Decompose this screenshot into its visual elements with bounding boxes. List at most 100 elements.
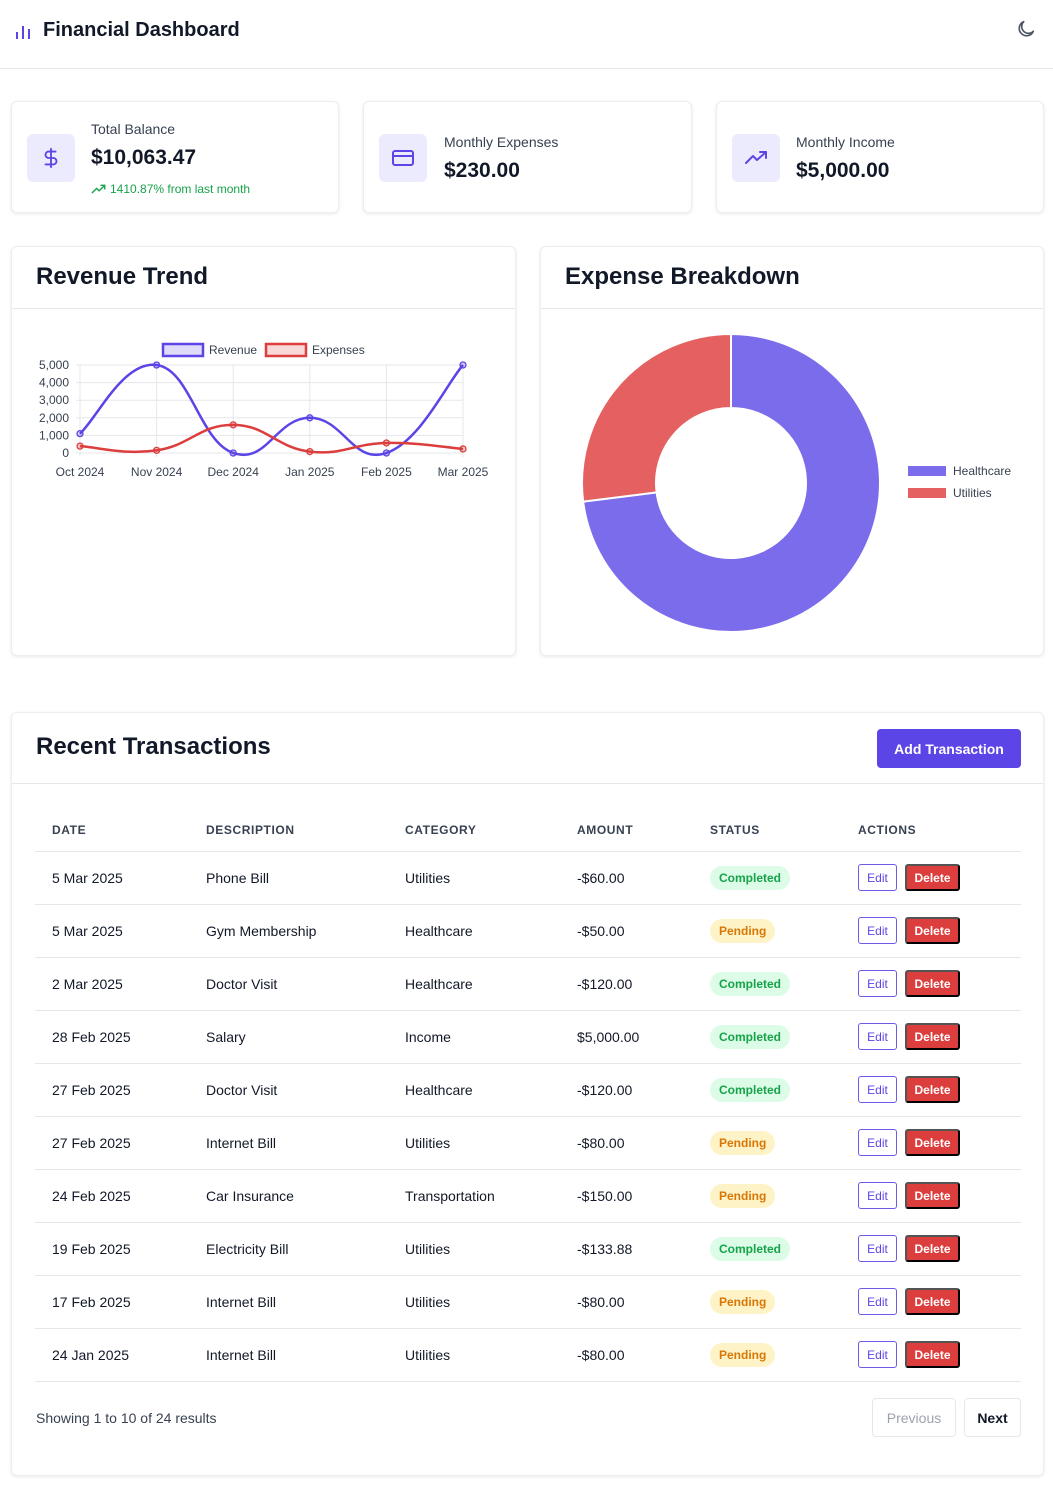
data-point-revenue (306, 414, 314, 422)
edit-button[interactable]: Edit (858, 1288, 897, 1315)
delete-button[interactable]: Delete (905, 1341, 960, 1368)
revenue-line-chart: 0 1,000 2,000 3,000 4,000 5,000 Oct 2024 Nov 20… (39, 342, 489, 479)
delete-button[interactable]: Delete (905, 1288, 960, 1315)
cell-description: Internet Bill (206, 1135, 277, 1151)
cell-description: Doctor Visit (206, 1082, 278, 1098)
status-badge: Pending (710, 1131, 776, 1155)
edit-button[interactable]: Edit (858, 970, 897, 997)
delete-button[interactable]: Delete (905, 864, 960, 891)
add-transaction-button[interactable]: Add Transaction (877, 729, 1021, 768)
data-point-revenue (382, 449, 391, 457)
cell-date: 5 Mar 2025 (52, 923, 123, 939)
dollar-icon (44, 147, 58, 169)
panel-title: Recent Transactions (36, 733, 271, 760)
column-header-actions: ACTIONS (858, 823, 917, 837)
cell-amount: -$150.00 (577, 1188, 633, 1204)
edit-button[interactable]: Edit (858, 1341, 897, 1368)
legend-label: Revenue (209, 343, 257, 357)
column-header-description[interactable]: DESCRIPTION (206, 823, 295, 837)
delete-button[interactable]: Delete (905, 1076, 960, 1103)
stat-icon-box (27, 134, 75, 182)
x-tick-label: Dec 2024 (208, 465, 260, 479)
cell-amount: -$120.00 (577, 976, 633, 992)
stat-value: $10,063.47 (91, 146, 197, 169)
legend-swatch (264, 342, 308, 358)
table-row: 24 Jan 2025 Internet Bill Utilities -$80.00… (35, 1328, 1021, 1381)
revenue-trend-panel: Revenue Trend 0 1,000 2,000 3,000 4,000 5,000… (11, 246, 516, 656)
stat-card-monthly-income: Monthly Income $5,000.00 (716, 101, 1044, 213)
delete-button[interactable]: Delete (905, 1182, 960, 1209)
cell-date: 24 Feb 2025 (52, 1188, 131, 1204)
legend-swatch (908, 488, 946, 498)
cell-amount: -$50.00 (577, 923, 625, 939)
delete-button[interactable]: Delete (905, 1023, 960, 1050)
next-page-button[interactable]: Next (964, 1398, 1021, 1437)
stat-value: $230.00 (444, 159, 520, 182)
data-point-expenses (306, 447, 314, 456)
cell-category: Healthcare (405, 976, 473, 992)
legend-label: Utilities (953, 486, 992, 500)
column-header-status[interactable]: STATUS (710, 823, 760, 837)
cell-date: 17 Feb 2025 (52, 1294, 131, 1310)
donut-slice-utilities[interactable] (581, 332, 732, 503)
edit-button[interactable]: Edit (858, 917, 897, 944)
edit-button[interactable]: Edit (858, 1235, 897, 1262)
data-point-expenses (152, 446, 161, 455)
stat-icon-box (732, 134, 780, 182)
cell-date: 19 Feb 2025 (52, 1241, 131, 1257)
expense-donut-chart: Healthcare Utilities (581, 332, 1011, 633)
bar-chart-icon (16, 26, 30, 39)
table-row: 27 Feb 2025 Internet Bill Utilities -$80.00… (35, 1116, 1021, 1169)
stat-icon-box (379, 134, 427, 182)
cell-date: 24 Jan 2025 (52, 1347, 130, 1363)
cell-date: 27 Feb 2025 (52, 1082, 131, 1098)
stat-card-total-balance: Total Balance $10,063.47 1410.87% from l… (11, 101, 339, 213)
delete-button[interactable]: Delete (905, 1235, 960, 1262)
data-point-expenses (76, 442, 84, 450)
cell-category: Utilities (405, 1294, 451, 1310)
stat-value: $5,000.00 (796, 159, 890, 182)
edit-button[interactable]: Edit (858, 1182, 897, 1209)
trending-up-icon (745, 151, 767, 164)
series-line-revenue (79, 363, 464, 457)
cell-description: Internet Bill (206, 1294, 277, 1310)
trending-up-icon (91, 184, 106, 194)
edit-button[interactable]: Edit (858, 1076, 897, 1103)
stat-label: Total Balance (91, 121, 176, 137)
stat-label: Monthly Expenses (444, 134, 559, 150)
delete-button[interactable]: Delete (905, 970, 960, 997)
app-header: Financial Dashboard (0, 0, 1053, 69)
table-row: 28 Feb 2025 Salary Income $5,000.00 Complete… (35, 1010, 1021, 1063)
cell-description: Internet Bill (206, 1347, 277, 1363)
cell-description: Salary (206, 1029, 246, 1045)
column-header-date[interactable]: DATE (52, 823, 86, 837)
column-header-category[interactable]: CATEGORY (405, 823, 476, 837)
y-tick-label: 5,000 (39, 358, 69, 372)
divider (12, 308, 515, 309)
y-tick-label: 2,000 (39, 411, 69, 425)
edit-button[interactable]: Edit (858, 1129, 897, 1156)
edit-button[interactable]: Edit (858, 1023, 897, 1050)
data-point-revenue (459, 361, 467, 369)
column-header-amount[interactable]: AMOUNT (577, 823, 633, 837)
cell-date: 5 Mar 2025 (52, 870, 123, 886)
data-point-revenue (229, 449, 237, 457)
app-title: Financial Dashboard (43, 19, 240, 41)
edit-button[interactable]: Edit (858, 864, 897, 891)
delete-button[interactable]: Delete (905, 1129, 960, 1156)
cell-amount: -$60.00 (577, 870, 625, 886)
cell-date: 28 Feb 2025 (52, 1029, 131, 1045)
table-row: 24 Feb 2025 Car Insurance Transportation -$… (35, 1169, 1021, 1222)
previous-page-button[interactable]: Previous (872, 1398, 956, 1437)
moon-icon[interactable] (1015, 18, 1037, 40)
cell-amount: -$80.00 (577, 1347, 625, 1363)
delete-button[interactable]: Delete (905, 917, 960, 944)
cell-description: Gym Membership (206, 923, 317, 939)
transactions-panel: Recent Transactions Add Transaction DATE… (11, 712, 1044, 1476)
cell-date: 2 Mar 2025 (52, 976, 123, 992)
cell-category: Income (405, 1029, 451, 1045)
status-badge: Completed (710, 866, 791, 890)
table-row: 5 Mar 2025 Phone Bill Utilities -$60.00 Comp… (35, 851, 1021, 904)
cell-category: Transportation (405, 1188, 495, 1204)
x-tick-label: Feb 2025 (361, 465, 412, 479)
